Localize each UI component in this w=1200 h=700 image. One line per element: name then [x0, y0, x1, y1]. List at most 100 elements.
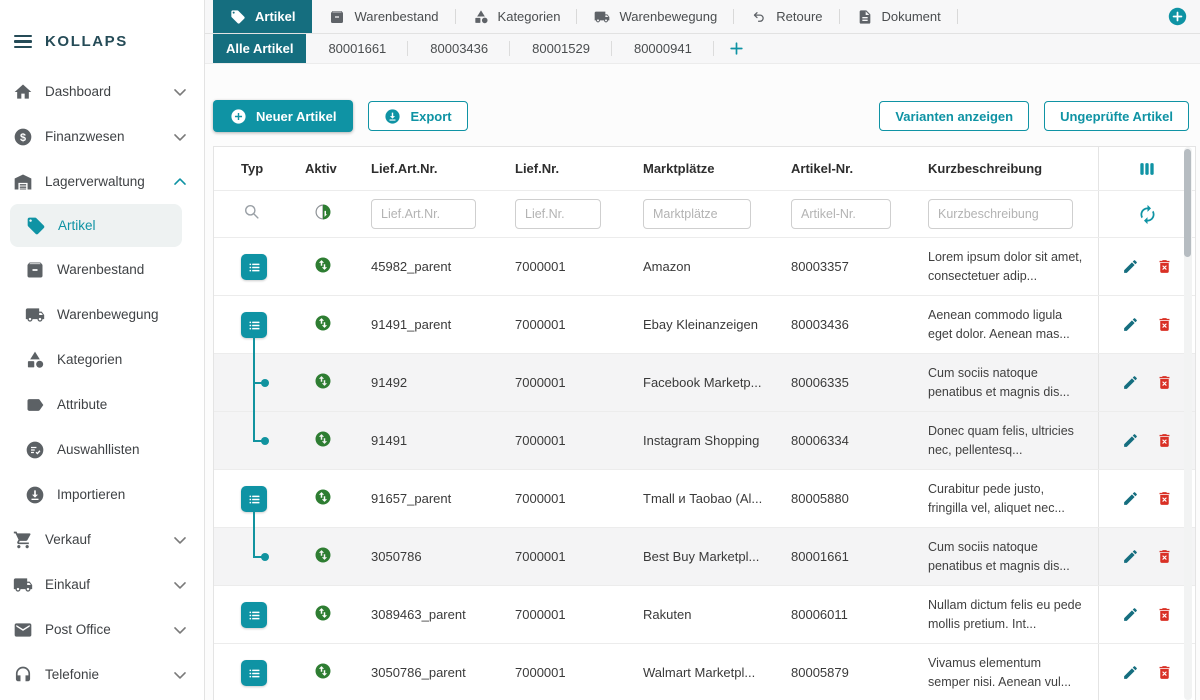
menu-icon[interactable] — [14, 32, 32, 51]
unchecked-articles-button[interactable]: Ungeprüfte Artikel — [1044, 101, 1189, 131]
cell-artikel-nr: 80006011 — [791, 607, 928, 622]
delete-icon[interactable] — [1155, 606, 1173, 624]
delete-icon[interactable] — [1155, 664, 1173, 682]
article-tab-80003436[interactable]: 80003436 — [408, 34, 510, 63]
sidebar-item-verkauf[interactable]: Verkauf — [0, 517, 204, 562]
edit-icon[interactable] — [1121, 374, 1139, 392]
truck-icon — [594, 9, 610, 25]
edit-icon[interactable] — [1121, 664, 1139, 682]
article-type-icon[interactable] — [241, 254, 267, 280]
article-type-icon[interactable] — [241, 312, 267, 338]
tab-artikel[interactable]: Artikel — [213, 0, 312, 33]
row-actions — [1098, 412, 1195, 469]
sidebar-item-artikel[interactable]: Artikel — [10, 204, 182, 247]
typ-cell — [241, 586, 305, 643]
sidebar-item-finanzwesen[interactable]: $Finanzwesen — [0, 114, 204, 159]
delete-icon[interactable] — [1155, 490, 1173, 508]
table-filter-row — [214, 191, 1195, 238]
sidebar-item-auswahllisten[interactable]: Auswahllisten — [0, 427, 204, 472]
active-icon[interactable] — [314, 256, 332, 274]
filter-input-lief-nr[interactable] — [515, 199, 601, 229]
edit-icon[interactable] — [1121, 548, 1139, 566]
delete-icon[interactable] — [1155, 258, 1173, 276]
article-tab-80000941[interactable]: 80000941 — [612, 34, 714, 63]
tab-label: Warenbestand — [354, 9, 438, 24]
tab-warenbewegung[interactable]: Warenbewegung — [577, 0, 734, 33]
active-icon[interactable] — [314, 372, 332, 390]
sidebar-item-attribute[interactable]: Attribute — [0, 382, 204, 427]
active-filter-icon[interactable] — [314, 203, 332, 221]
search-icon — [242, 202, 261, 221]
variant-dot — [261, 379, 269, 387]
article-type-icon[interactable] — [241, 602, 267, 628]
cell-lief-nr: 7000001 — [515, 259, 643, 274]
article-tab-80001661[interactable]: 80001661 — [306, 34, 408, 63]
cell-lief-art-nr: 91492 — [371, 375, 515, 390]
aktiv-cell — [305, 662, 371, 683]
article-tab-alle-artikel[interactable]: Alle Artikel — [213, 34, 306, 63]
sidebar-item-importieren[interactable]: Importieren — [0, 472, 204, 517]
cell-lief-art-nr: 45982_parent — [371, 259, 515, 274]
active-icon[interactable] — [314, 604, 332, 622]
aktiv-cell — [305, 604, 371, 625]
typ-filter-cell — [241, 202, 305, 226]
delete-icon[interactable] — [1155, 548, 1173, 566]
cell-kurzbeschreibung: Aenean commodo ligula eget dolor. Aenean… — [928, 306, 1098, 342]
sidebar-item-warenbestand[interactable]: Warenbestand — [0, 247, 204, 292]
sidebar-item-post-office[interactable]: Post Office — [0, 607, 204, 652]
article-tab-80001529[interactable]: 80001529 — [510, 34, 612, 63]
sidebar-item-lagerverwaltung[interactable]: Lagerverwaltung — [0, 159, 204, 204]
columns-icon[interactable] — [1137, 159, 1157, 179]
column-header-kurzbeschreibung: Kurzbeschreibung — [928, 161, 1098, 176]
edit-icon[interactable] — [1121, 316, 1139, 334]
cell-lief-nr: 7000001 — [515, 665, 643, 680]
article-type-icon[interactable] — [241, 486, 267, 512]
add-tab-circle-button[interactable] — [1168, 7, 1187, 26]
sidebar-item-dashboard[interactable]: Dashboard — [0, 69, 204, 114]
active-icon[interactable] — [314, 546, 332, 564]
article-type-icon[interactable] — [241, 660, 267, 686]
filter-input-lief-art-nr[interactable] — [371, 199, 476, 229]
active-icon[interactable] — [314, 430, 332, 448]
filter-input-marktpl-tze[interactable] — [643, 199, 751, 229]
delete-icon[interactable] — [1155, 374, 1173, 392]
new-article-button[interactable]: Neuer Artikel — [213, 100, 353, 132]
chevron-down-icon — [169, 664, 190, 685]
active-icon[interactable] — [314, 314, 332, 332]
tree-connector — [253, 512, 255, 528]
filter-input-artikel-nr[interactable] — [791, 199, 891, 229]
aktiv-cell — [305, 546, 371, 567]
tab-retoure[interactable]: Retoure — [734, 0, 839, 33]
secondary-tabbar: Alle Artikel8000166180003436800015298000… — [205, 34, 1200, 64]
table-scrollbar[interactable] — [1184, 149, 1191, 257]
active-icon[interactable] — [314, 488, 332, 506]
filter-input-kurzbeschreibung[interactable] — [928, 199, 1073, 229]
edit-icon[interactable] — [1121, 432, 1139, 450]
row-actions — [1098, 528, 1195, 585]
cell-lief-art-nr: 91491_parent — [371, 317, 515, 332]
tab-dokument[interactable]: Dokument — [840, 0, 958, 33]
sidebar-item-kategorien[interactable]: Kategorien — [0, 337, 204, 382]
edit-icon[interactable] — [1121, 606, 1139, 624]
cell-marktplatz: Rakuten — [643, 607, 791, 622]
row-actions — [1098, 354, 1195, 411]
delete-icon[interactable] — [1155, 432, 1173, 450]
cell-kurzbeschreibung: Donec quam felis, ultricies nec, pellent… — [928, 422, 1098, 458]
show-variants-button[interactable]: Varianten anzeigen — [879, 101, 1029, 131]
import-circle-icon — [24, 484, 45, 505]
delete-icon[interactable] — [1155, 316, 1173, 334]
refresh-icon[interactable] — [1137, 204, 1158, 225]
active-icon[interactable] — [314, 662, 332, 680]
sidebar-item-telefonie[interactable]: Telefonie — [0, 652, 204, 697]
tab-kategorien[interactable]: Kategorien — [456, 0, 578, 33]
sidebar-item-einkauf[interactable]: Einkauf — [0, 562, 204, 607]
tab-warenbestand[interactable]: Warenbestand — [312, 0, 455, 33]
edit-icon[interactable] — [1121, 490, 1139, 508]
sidebar-item-warenbewegung[interactable]: Warenbewegung — [0, 292, 204, 337]
tag-icon — [230, 9, 246, 25]
add-article-tab-button[interactable] — [728, 40, 745, 57]
edit-icon[interactable] — [1121, 258, 1139, 276]
sidebar-item-label: Artikel — [58, 218, 96, 233]
export-button[interactable]: Export — [368, 101, 467, 131]
cell-lief-nr: 7000001 — [515, 549, 643, 564]
